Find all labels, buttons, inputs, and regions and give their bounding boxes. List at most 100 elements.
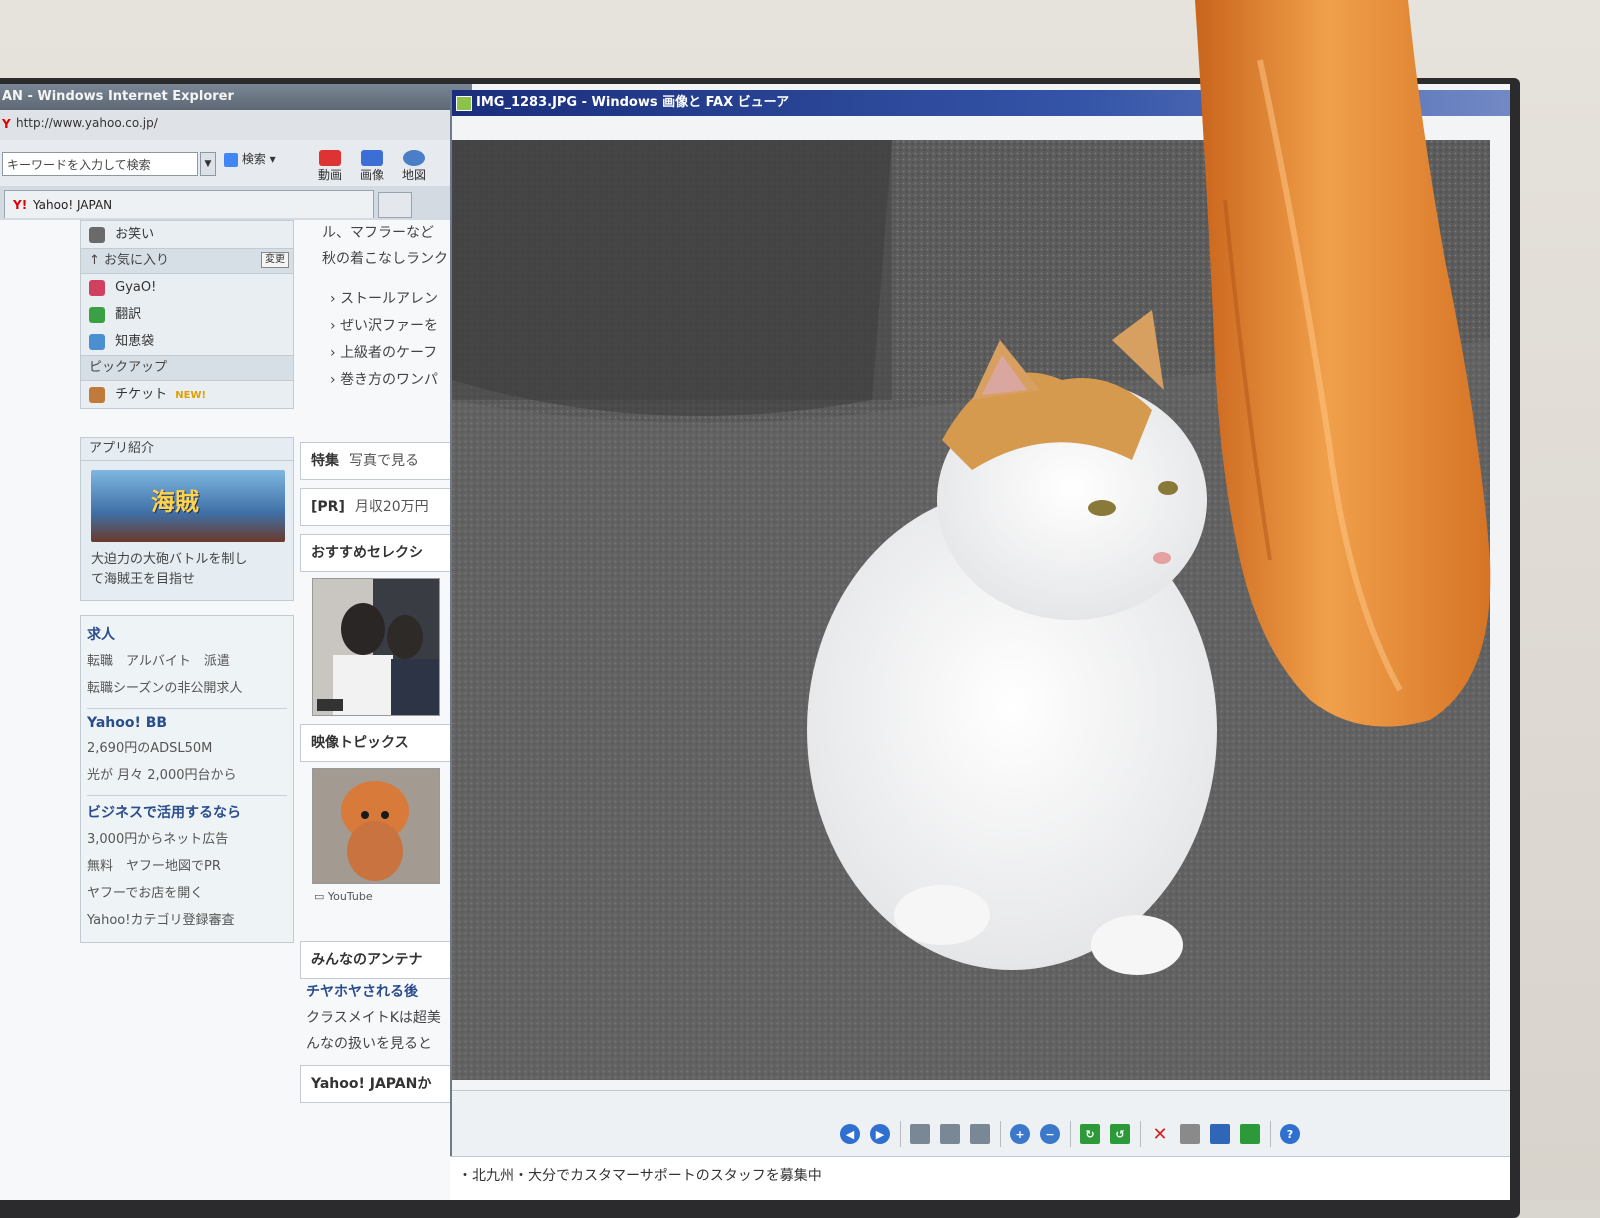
divider bbox=[87, 795, 287, 796]
article-link-label: 上級者のケーフ bbox=[340, 345, 438, 361]
toolbar-divider bbox=[900, 1121, 901, 1147]
pirate-game-banner[interactable]: 海賊 bbox=[91, 470, 285, 542]
rotate-clockwise-icon[interactable]: ↻ bbox=[1080, 1124, 1100, 1144]
pr-box[interactable]: [PR] 月収20万円 bbox=[300, 488, 470, 526]
feature-box[interactable]: 特集 写真で見る bbox=[300, 442, 470, 480]
business-title[interactable]: ビジネスで活用するなら bbox=[87, 802, 287, 822]
search-input[interactable]: キーワードを入力して検索 bbox=[2, 152, 198, 176]
yahoo-bb-title[interactable]: Yahoo! BB bbox=[87, 715, 287, 731]
article-link[interactable]: › ぜい沢ファーを bbox=[300, 313, 470, 340]
slideshow-icon[interactable] bbox=[970, 1124, 990, 1144]
business-link[interactable]: 3,000円からネット広告 bbox=[87, 826, 287, 853]
monitor-screen: AN - Windows Internet Explorer Y http://… bbox=[0, 84, 1510, 1200]
jobs-links[interactable]: 転職 アルバイト 派遣 bbox=[87, 648, 287, 675]
video-topics-header: 映像トピックス bbox=[300, 724, 470, 762]
best-fit-icon[interactable] bbox=[910, 1124, 930, 1144]
google-icon bbox=[224, 152, 238, 167]
image-button[interactable]: 画像 bbox=[360, 150, 384, 183]
toolbar-divider bbox=[1070, 1121, 1071, 1147]
address-url[interactable]: http://www.yahoo.co.jp/ bbox=[16, 116, 158, 130]
viewer-toolbar: ◀ ▶ + − ↻ ↺ ✕ ? bbox=[452, 1090, 1510, 1161]
video-thumbnail[interactable] bbox=[312, 768, 440, 884]
up-arrow-icon: ↑ bbox=[89, 253, 100, 268]
save-icon[interactable] bbox=[1210, 1124, 1230, 1144]
favorites-change-button[interactable]: 変更 bbox=[261, 252, 289, 268]
youtube-label: YouTube bbox=[327, 890, 373, 903]
pr-text: 月収20万円 bbox=[354, 499, 429, 515]
app-desc-line: 大迫力の大砲バトルを制し bbox=[91, 552, 248, 567]
sidebar-item-comedy[interactable]: お笑い bbox=[81, 221, 293, 248]
previous-image-icon[interactable]: ◀ bbox=[840, 1124, 860, 1144]
new-badge: NEW! bbox=[175, 390, 207, 401]
article-link[interactable]: › 巻き方のワンパ bbox=[300, 367, 470, 394]
sidebar-item-chiebukuro[interactable]: 知恵袋 bbox=[81, 328, 293, 355]
youtube-source: ▭ YouTube bbox=[314, 890, 373, 903]
browser-window: AN - Windows Internet Explorer Y http://… bbox=[0, 84, 472, 1200]
app-desc-line: て海賊王を目指せ bbox=[91, 572, 196, 587]
ad-links-box: 求人 転職 アルバイト 派遣 転職シーズンの非公開求人 Yahoo! BB 2,… bbox=[80, 615, 294, 943]
browser-toolbar: キーワードを入力して検索 ▼ 検索 ▾ 動画 画像 地図 bbox=[0, 140, 470, 187]
sidebar-item-translate[interactable]: 翻訳 bbox=[81, 301, 293, 328]
app-promo[interactable]: アプリ紹介 海賊 大迫力の大砲バトルを制し て海賊王を目指せ bbox=[80, 437, 294, 601]
youtube-icon bbox=[319, 150, 341, 166]
antenna-snippet[interactable]: クラスメイトKは超美 bbox=[300, 1005, 470, 1031]
map-button[interactable]: 地図 bbox=[402, 150, 426, 183]
recruitment-link[interactable]: ・北九州・大分でカスタマーサポートのスタッフを募集中 bbox=[458, 1165, 822, 1185]
sidebar-item-gyao[interactable]: GyaO! bbox=[81, 274, 293, 301]
search-button-label: 検索 bbox=[241, 152, 266, 166]
antenna-title[interactable]: チヤホヤされる後 bbox=[300, 979, 470, 1005]
article-link[interactable]: › ストールアレン bbox=[300, 286, 470, 313]
antenna-snippet[interactable]: んなの扱いを見ると bbox=[300, 1031, 470, 1057]
toolbar-divider bbox=[1140, 1121, 1141, 1147]
open-with-icon[interactable] bbox=[1240, 1124, 1260, 1144]
zoom-out-icon[interactable]: − bbox=[1040, 1124, 1060, 1144]
article-link-label: ストールアレン bbox=[340, 291, 439, 307]
tab-label: Yahoo! JAPAN bbox=[33, 198, 113, 212]
search-dropdown-button[interactable]: ▼ bbox=[200, 152, 216, 176]
jobs-promo[interactable]: 転職シーズンの非公開求人 bbox=[87, 675, 287, 702]
ticket-icon bbox=[89, 386, 105, 403]
article-link-label: ぜい沢ファーを bbox=[340, 318, 439, 334]
page-content: お笑い ↑ お気に入り 変更 GyaO! 翻訳 知恵袋 ピックアップ チケット … bbox=[0, 220, 470, 1200]
print-icon[interactable] bbox=[1180, 1124, 1200, 1144]
app-promo-description[interactable]: 大迫力の大砲バトルを制し て海賊王を目指せ bbox=[91, 550, 285, 590]
rotate-counterclockwise-icon[interactable]: ↺ bbox=[1110, 1124, 1130, 1144]
next-image-icon[interactable]: ▶ bbox=[870, 1124, 890, 1144]
article-snippet[interactable]: 秋の着こなしランク bbox=[300, 246, 470, 272]
google-search-button[interactable]: 検索 ▾ bbox=[224, 150, 276, 167]
feature-text: 写真で見る bbox=[349, 453, 419, 469]
app-promo-header: アプリ紹介 bbox=[81, 438, 293, 461]
address-bar[interactable]: Y http://www.yahoo.co.jp/ bbox=[0, 110, 470, 141]
banner-logo: 海賊 bbox=[151, 488, 199, 516]
video-button[interactable]: 動画 bbox=[318, 150, 342, 183]
delete-icon[interactable]: ✕ bbox=[1150, 1124, 1170, 1145]
business-link[interactable]: Yahoo!カテゴリ登録審査 bbox=[87, 907, 287, 934]
sidebar-item-label: チケット bbox=[115, 387, 168, 402]
image-viewer-window: IMG_1283.JPG - Windows 画像と FAX ビューア ◀ ▶ … bbox=[450, 90, 1510, 1200]
zoom-in-icon[interactable]: + bbox=[1010, 1124, 1030, 1144]
actual-size-icon[interactable] bbox=[940, 1124, 960, 1144]
compass-icon bbox=[403, 150, 425, 166]
business-link[interactable]: ヤフーでお店を開く bbox=[87, 880, 287, 907]
sidebar-item-ticket[interactable]: チケット NEW! bbox=[81, 381, 293, 408]
business-link[interactable]: 無料 ヤフー地図でPR bbox=[87, 853, 287, 880]
favorites-header: ↑ お気に入り 変更 bbox=[81, 248, 293, 274]
browser-title-bar: AN - Windows Internet Explorer bbox=[0, 84, 472, 110]
bb-promo[interactable]: 2,690円のADSL50M bbox=[87, 735, 287, 762]
viewer-title: IMG_1283.JPG - Windows 画像と FAX ビューア bbox=[476, 95, 790, 110]
article-link-label: 巻き方のワンパ bbox=[340, 372, 439, 388]
article-snippet[interactable]: ル、マフラーなど bbox=[300, 220, 470, 246]
cat-photo bbox=[452, 140, 1490, 1080]
viewer-title-bar: IMG_1283.JPG - Windows 画像と FAX ビューア bbox=[452, 90, 1510, 116]
service-menu: お笑い ↑ お気に入り 変更 GyaO! 翻訳 知恵袋 ピックアップ チケット … bbox=[80, 220, 294, 409]
bb-promo[interactable]: 光が 月々 2,000円台から bbox=[87, 762, 287, 789]
browser-tab-strip: Y! Yahoo! JAPAN bbox=[0, 186, 470, 221]
translate-icon bbox=[89, 306, 105, 323]
new-tab-button[interactable] bbox=[378, 192, 412, 218]
tab-yahoo-japan[interactable]: Y! Yahoo! JAPAN bbox=[4, 190, 374, 218]
jobs-title[interactable]: 求人 bbox=[87, 624, 287, 644]
recommend-thumbnail[interactable] bbox=[312, 578, 440, 716]
yahoo-favicon-icon: Y bbox=[2, 117, 11, 131]
article-link[interactable]: › 上級者のケーフ bbox=[300, 340, 470, 367]
help-icon[interactable]: ? bbox=[1280, 1124, 1300, 1144]
